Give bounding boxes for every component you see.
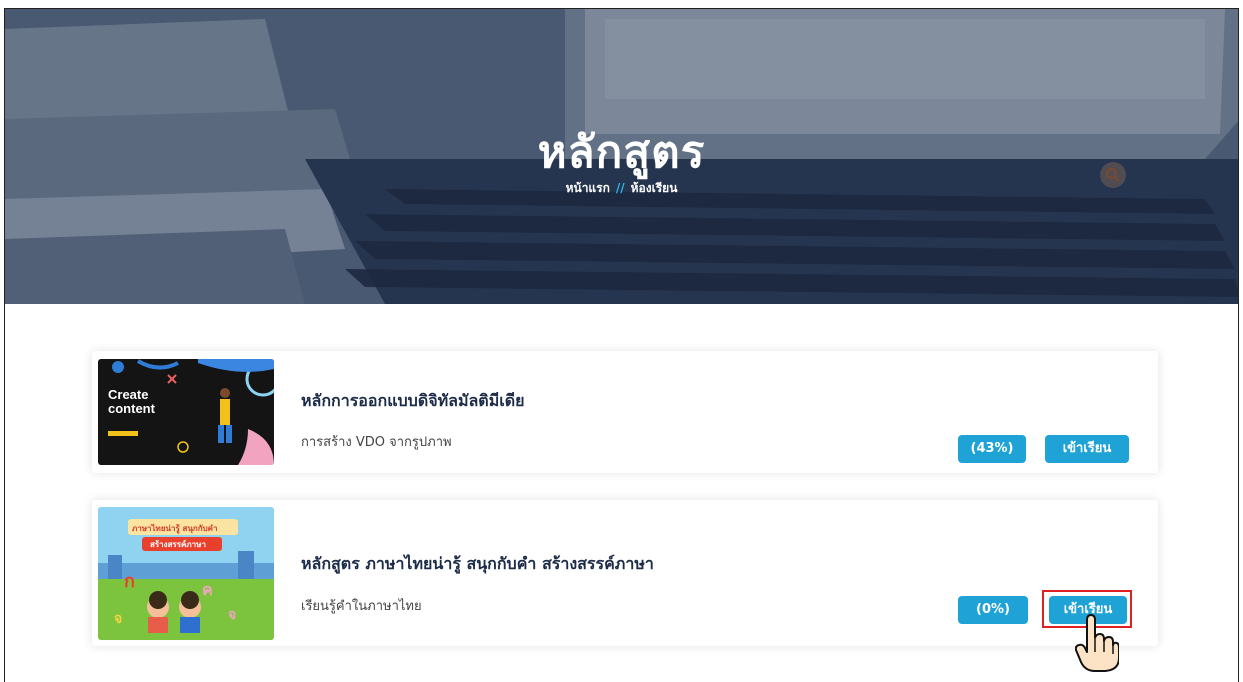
course-subtitle: การสร้าง VDO จากรูปภาพ: [301, 435, 452, 450]
course-subtitle: เรียนรู้คำในภาษาไทย: [301, 599, 422, 614]
course-card: ภาษาไทยน่ารู้ สนุกกับคำ สร้างสรรค์ภาษา ก…: [92, 500, 1158, 672]
breadcrumb-current: ห้องเรียน: [630, 181, 678, 195]
course-title[interactable]: หลักการออกแบบดิจิทัลมัลติมีเดีย: [301, 389, 524, 414]
enter-class-button[interactable]: เข้าเรียน: [1045, 435, 1129, 463]
page-title: หลักสูตร: [537, 127, 706, 178]
course-card: Create content หลักการออกแบบดิจิทัลมัลติ…: [92, 351, 1158, 473]
progress-badge: (43%): [958, 435, 1026, 463]
course-thumbnail: Create content: [98, 359, 274, 465]
svg-text:ค: ค: [202, 580, 213, 599]
breadcrumb-home-link[interactable]: หน้าแรก: [566, 181, 610, 195]
thumb-text-line2: สร้างสรรค์ภาษา: [150, 539, 206, 549]
course-title[interactable]: หลักสูตร ภาษาไทยน่ารู้ สนุกกับคำ สร้างสร…: [301, 552, 654, 577]
course-thumbnail: ภาษาไทยน่ารู้ สนุกกับคำ สร้างสรรค์ภาษา ก…: [98, 507, 274, 640]
svg-text:ก: ก: [124, 571, 135, 592]
breadcrumb: หน้าแรก // ห้องเรียน: [5, 179, 1238, 198]
search-icon: [1100, 162, 1126, 188]
breadcrumb-separator: //: [615, 181, 625, 195]
hero-banner: หลักสูตร หน้าแรก // ห้องเรียน: [5, 9, 1238, 304]
thumb-text-line2: content: [108, 401, 156, 416]
page-frame: หลักสูตร หน้าแรก // ห้องเรียน Create conte…: [4, 8, 1239, 682]
thumb-text-line1: ภาษาไทยน่ารู้ สนุกกับคำ: [132, 523, 218, 534]
hand-pointer-icon: [1075, 614, 1119, 672]
progress-badge: (0%): [958, 596, 1028, 624]
thumb-text-line1: Create: [108, 387, 148, 402]
svg-text:จ: จ: [114, 611, 122, 627]
svg-text:จ: จ: [228, 607, 236, 623]
